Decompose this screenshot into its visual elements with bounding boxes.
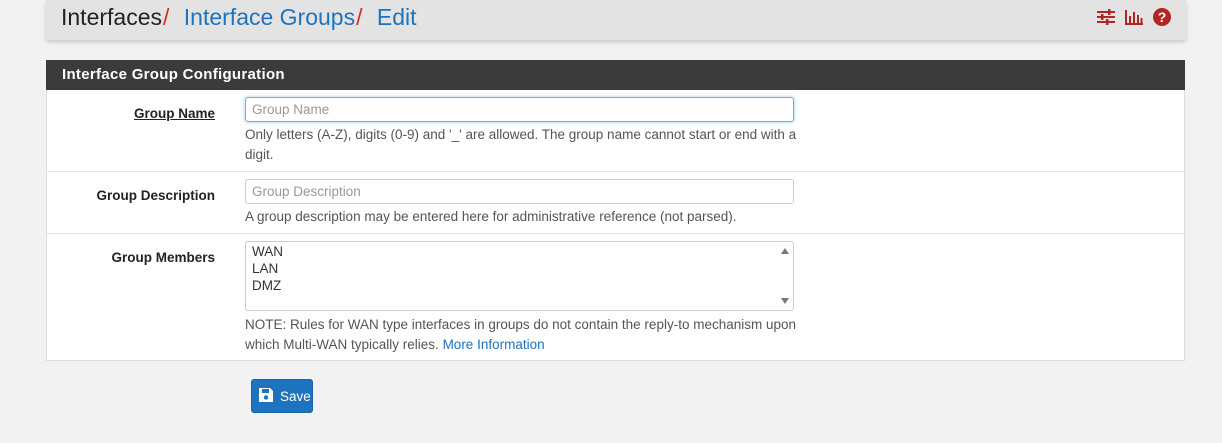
breadcrumb-separator: / xyxy=(356,4,363,30)
group-description-label: Group Description xyxy=(96,188,215,203)
breadcrumb-interface-groups[interactable]: Interface Groups xyxy=(184,4,355,30)
breadcrumb: Interfaces/ Interface Groups/ Edit xyxy=(61,2,417,32)
row-divider xyxy=(47,171,1184,172)
member-option-wan[interactable]: WAN xyxy=(246,243,793,260)
row-divider xyxy=(47,233,1184,234)
group-members-label: Group Members xyxy=(111,250,215,265)
panel-title: Interface Group Configuration xyxy=(46,60,1185,90)
listbox-scrollbar[interactable] xyxy=(779,242,793,310)
interface-group-panel: Interface Group Configuration Group Name… xyxy=(46,60,1185,361)
header-icons: ? xyxy=(1096,7,1172,27)
group-name-input[interactable] xyxy=(245,97,794,122)
member-option-lan[interactable]: LAN xyxy=(246,260,793,277)
scroll-down-icon[interactable] xyxy=(781,298,789,304)
svg-text:?: ? xyxy=(1158,9,1167,25)
group-members-help: NOTE: Rules for WAN type interfaces in g… xyxy=(245,315,805,355)
save-button-label: Save xyxy=(280,388,311,404)
bar-chart-icon[interactable] xyxy=(1124,7,1144,27)
sliders-icon[interactable] xyxy=(1096,7,1116,27)
save-button[interactable]: Save xyxy=(251,379,313,413)
member-option-dmz[interactable]: DMZ xyxy=(246,277,793,294)
breadcrumb-interfaces: Interfaces xyxy=(61,4,162,30)
page-header: Interfaces/ Interface Groups/ Edit ? xyxy=(46,0,1186,40)
group-description-help: A group description may be entered here … xyxy=(245,209,737,224)
floppy-disk-icon xyxy=(258,387,274,406)
more-information-link[interactable]: More Information xyxy=(443,337,545,352)
group-members-listbox[interactable]: WAN LAN DMZ xyxy=(245,241,794,311)
help-icon[interactable]: ? xyxy=(1152,7,1172,27)
scroll-up-icon[interactable] xyxy=(781,248,789,254)
group-name-label: Group Name xyxy=(133,106,215,121)
breadcrumb-edit[interactable]: Edit xyxy=(377,4,417,30)
group-description-input[interactable] xyxy=(245,179,794,204)
group-name-help: Only letters (A-Z), digits (0-9) and '_'… xyxy=(245,127,797,162)
breadcrumb-separator: / xyxy=(163,4,170,30)
